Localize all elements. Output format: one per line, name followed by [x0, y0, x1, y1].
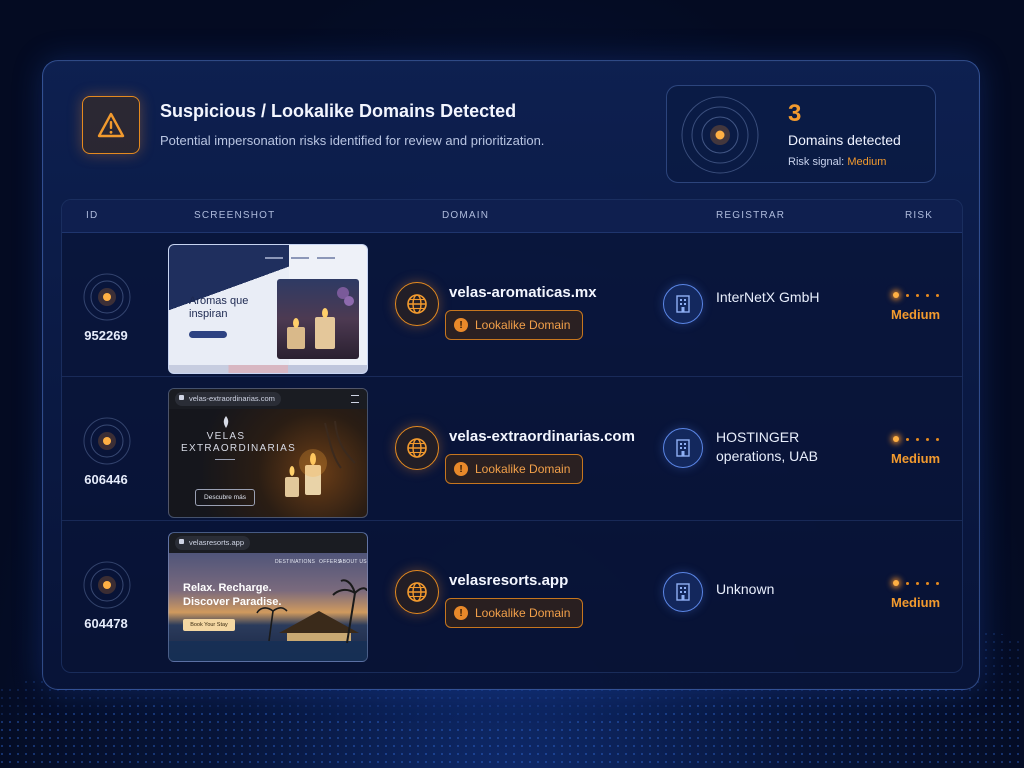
brand-divider — [215, 459, 235, 460]
screenshot-brand: VELAS EXTRAORDINARIAS — [181, 431, 297, 454]
domains-count-label: Domains detected — [788, 132, 901, 148]
globe-glyph — [407, 582, 427, 602]
row-id: 952269 — [84, 328, 128, 343]
screenshot-footer-strip — [169, 365, 367, 373]
menu-icon — [351, 395, 359, 403]
registrar-name: Unknown — [716, 581, 775, 597]
lookalike-tag-label: Lookalike Domain — [475, 318, 571, 332]
column-header-screenshot: SCREENSHOT — [194, 210, 276, 221]
table-header: ID SCREENSHOT DOMAIN REGISTRAR RISK — [62, 200, 962, 233]
building-glyph — [676, 439, 690, 457]
screenshot-url: velas-extraordinarias.com — [175, 392, 281, 406]
risk-level: Medium — [891, 595, 941, 610]
candles-illustration — [287, 287, 354, 349]
screenshot-headline: Aromas que inspiran — [189, 295, 249, 320]
globe-icon — [395, 570, 439, 614]
candles-image — [277, 279, 359, 359]
lookalike-tag-label: Lookalike Domain — [475, 606, 571, 620]
warning-badge — [82, 96, 140, 154]
radar-pulse-icon — [83, 417, 131, 465]
screenshot-nav-line — [317, 257, 335, 259]
lookalike-tag-label: Lookalike Domain — [475, 462, 571, 476]
table-row[interactable]: 604478 velasresorts.app DESTINATIONS OFF… — [62, 520, 962, 664]
table-row[interactable]: 606446 velas-extraordinarias.com VELAS E… — [62, 376, 962, 521]
site-screenshot[interactable]: Aromas que inspiran — [168, 244, 368, 374]
globe-icon — [395, 426, 439, 470]
risk-level: Medium — [891, 451, 941, 466]
risk-signal: Risk signal: Medium — [788, 156, 886, 168]
risk-signal-value: Medium — [847, 156, 887, 168]
table-row[interactable]: 952269 Aromas que inspiran velas-aromati… — [62, 232, 962, 377]
site-screenshot[interactable]: velas-extraordinarias.com VELAS EXTRAORD… — [168, 388, 368, 518]
radar-pulse-icon — [83, 561, 131, 609]
risk-level: Medium — [891, 307, 941, 322]
screenshot-button: Descubre más — [195, 489, 255, 506]
column-header-id: ID — [86, 210, 99, 221]
exclamation-icon: ! — [454, 606, 468, 620]
building-glyph — [676, 583, 690, 601]
risk-dots-icon — [893, 580, 939, 586]
browser-bar: velas-extraordinarias.com — [169, 389, 367, 409]
building-icon — [663, 428, 703, 468]
lookalike-tag[interactable]: ! Lookalike Domain — [445, 310, 584, 340]
detection-panel: Suspicious / Lookalike Domains Detected … — [42, 60, 980, 690]
palm-resort-illustration — [169, 579, 367, 661]
risk-signal-label: Risk signal: — [788, 156, 845, 168]
building-glyph — [676, 295, 690, 313]
screenshot-button — [189, 331, 227, 338]
warning-triangle-icon — [97, 112, 125, 138]
screenshot-nav-line — [291, 257, 309, 259]
radar-pulse-icon — [681, 96, 759, 174]
building-icon — [663, 284, 703, 324]
domain-name[interactable]: velas-extraordinarias.com — [449, 428, 635, 445]
screenshot-nav-line — [265, 257, 283, 259]
column-header-registrar: REGISTRAR — [716, 210, 786, 221]
radar-pulse-icon — [83, 273, 131, 321]
page-subtitle: Potential impersonation risks identified… — [160, 133, 545, 148]
building-icon — [663, 572, 703, 612]
globe-glyph — [407, 438, 427, 458]
exclamation-icon: ! — [454, 462, 468, 476]
row-id: 604478 — [84, 616, 128, 631]
risk-dots-icon — [893, 292, 939, 298]
lookalike-tag[interactable]: ! Lookalike Domain — [445, 598, 584, 628]
exclamation-icon: ! — [454, 318, 468, 332]
domain-name[interactable]: velas-aromaticas.mx — [449, 284, 597, 301]
page-title: Suspicious / Lookalike Domains Detected — [160, 101, 517, 121]
site-screenshot[interactable]: velasresorts.app DESTINATIONS OFFERS ABO… — [168, 532, 368, 662]
registrar-name: InterNetX GmbH — [716, 289, 820, 305]
lookalike-tag[interactable]: ! Lookalike Domain — [445, 454, 584, 484]
summary-card: 3 Domains detected Risk signal: Medium — [666, 85, 936, 183]
domains-count: 3 — [788, 100, 802, 127]
column-header-risk: RISK — [905, 210, 934, 221]
globe-icon — [395, 282, 439, 326]
row-id: 606446 — [84, 472, 128, 487]
domains-table: ID SCREENSHOT DOMAIN REGISTRAR RISK 9522… — [61, 199, 963, 673]
candles-illustration — [285, 420, 356, 497]
column-header-domain: DOMAIN — [442, 210, 490, 221]
flame-logo-icon — [223, 416, 229, 428]
lock-icon — [179, 395, 184, 400]
registrar-name: HOSTINGER operations, UAB — [716, 429, 818, 464]
globe-glyph — [407, 294, 427, 314]
risk-dots-icon — [893, 436, 939, 442]
domain-name[interactable]: velasresorts.app — [449, 572, 568, 589]
